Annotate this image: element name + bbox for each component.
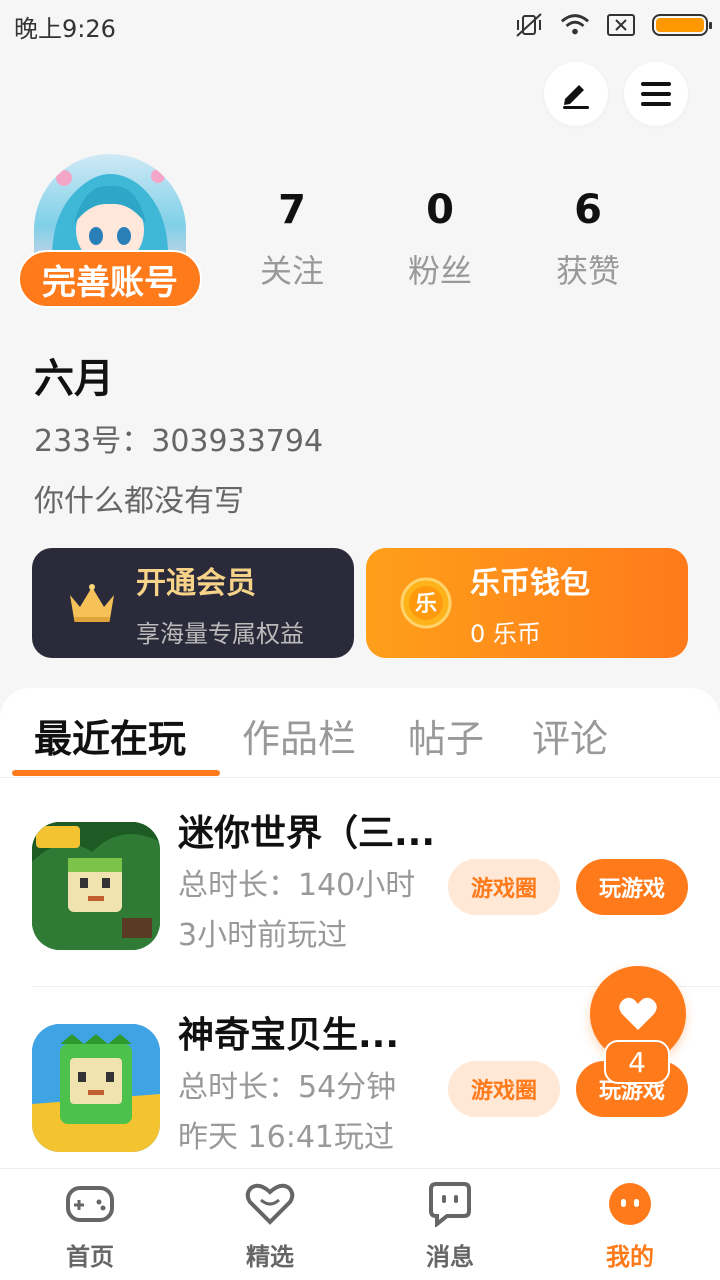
no-sim-icon [606, 12, 636, 38]
message-icon [424, 1181, 476, 1227]
game-circle-button[interactable]: 游戏圈 [448, 1061, 560, 1117]
game-title: 神奇宝贝生... [178, 1015, 400, 1056]
stat-label: 粉丝 [407, 252, 472, 290]
menu-button[interactable] [624, 62, 688, 126]
game-icon-mini-world [32, 822, 160, 950]
game-duration: 总时长：140小时 [178, 868, 416, 903]
game-last-played: 3小时前玩过 [178, 918, 348, 953]
wallet-title: 乐币钱包 [470, 565, 590, 601]
stat-following[interactable]: 7 关注 [232, 186, 352, 292]
active-tab-indicator [12, 770, 220, 776]
wallet-balance: 0 乐币 [470, 619, 541, 648]
nav-home[interactable]: 首页 [30, 1181, 150, 1272]
tab-bar: 最近在玩 作品栏 帖子 评论 [0, 688, 720, 778]
complete-account-button[interactable]: 完善账号 [18, 250, 202, 308]
status-time: 晚上9:26 [14, 14, 116, 43]
game-circle-button[interactable]: 游戏圈 [448, 859, 560, 915]
user-id: 233号：303933794 [34, 424, 324, 459]
stat-label: 关注 [259, 252, 324, 290]
stat-value: 6 [574, 187, 602, 233]
game-title: 迷你世界（三... [178, 813, 436, 854]
game-icon-pokemon [32, 1024, 160, 1152]
tab-comments[interactable]: 评论 [532, 708, 608, 763]
user-bio: 你什么都没有写 [34, 484, 244, 519]
nav-label: 消息 [426, 1243, 474, 1271]
status-icons [514, 12, 712, 38]
game-last-played: 昨天 16:41玩过 [178, 1120, 394, 1155]
list-item[interactable]: 迷你世界（三... 总时长：140小时 3小时前玩过 游戏圈 玩游戏 [0, 798, 720, 998]
stat-label: 获赞 [555, 252, 620, 290]
edit-profile-button[interactable] [544, 62, 608, 126]
crown-icon [62, 573, 122, 633]
stat-likes[interactable]: 6 获赞 [528, 186, 648, 292]
username: 六月 [34, 356, 114, 402]
content-panel: 最近在玩 作品栏 帖子 评论 迷你世界（三... 总时长：140小时 3小时前玩… [0, 688, 720, 1168]
mute-vibrate-icon [514, 12, 544, 38]
tab-works[interactable]: 作品栏 [242, 708, 356, 763]
tab-posts[interactable]: 帖子 [408, 708, 484, 763]
nav-messages[interactable]: 消息 [390, 1181, 510, 1272]
pen-icon [563, 85, 589, 109]
nav-profile[interactable]: 我的 [570, 1181, 690, 1272]
stat-followers[interactable]: 0 粉丝 [380, 186, 500, 292]
nav-label: 首页 [66, 1243, 114, 1271]
profile-icon [604, 1181, 656, 1227]
heart-chat-icon [244, 1181, 296, 1227]
battery-icon [652, 14, 712, 36]
wallet-card[interactable]: 乐 乐币钱包 0 乐币 [366, 548, 688, 658]
nav-featured[interactable]: 精选 [210, 1181, 330, 1272]
like-count-badge: 4 [604, 1040, 670, 1084]
vip-title: 开通会员 [136, 565, 256, 601]
stat-value: 0 [426, 187, 454, 233]
nav-label: 精选 [246, 1243, 294, 1271]
status-bar: 晚上9:26 [0, 0, 720, 52]
gamepad-icon [64, 1181, 116, 1227]
tab-recent[interactable]: 最近在玩 [34, 708, 186, 763]
wifi-icon [560, 12, 590, 38]
coin-icon-text: 乐 [415, 592, 437, 617]
play-game-button[interactable]: 玩游戏 [576, 859, 688, 915]
coin-icon: 乐 [396, 573, 456, 633]
bottom-nav: 首页 精选 消息 我的 [0, 1168, 720, 1280]
vip-subtitle: 享海量专属权益 [136, 619, 304, 648]
nav-label: 我的 [606, 1243, 654, 1271]
game-duration: 总时长：54分钟 [178, 1070, 397, 1105]
stat-value: 7 [278, 187, 306, 233]
vip-card[interactable]: 开通会员 享海量专属权益 [32, 548, 354, 658]
heart-icon [619, 997, 657, 1030]
hamburger-icon [641, 82, 671, 106]
